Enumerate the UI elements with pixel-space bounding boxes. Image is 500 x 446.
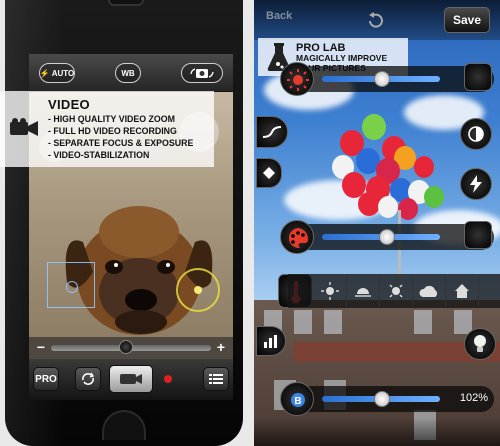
shutter-button[interactable] <box>109 365 153 393</box>
svg-text:B: B <box>294 396 301 407</box>
blue-channel-icon: B <box>291 393 305 407</box>
lightning-icon <box>470 175 482 193</box>
undo-icon[interactable] <box>366 12 384 28</box>
blue-balance-value: 102% <box>459 392 488 404</box>
zoom-out-button[interactable]: − <box>33 339 49 355</box>
sun-icon <box>321 282 339 300</box>
feature-item: - FULL HD VIDEO RECORDING <box>48 126 177 136</box>
filter-preset[interactable] <box>413 276 446 306</box>
contrast-icon <box>468 126 484 142</box>
window <box>324 310 342 334</box>
curves-button[interactable] <box>256 116 288 148</box>
bottom-fade <box>254 418 500 446</box>
sharpen-button[interactable] <box>256 158 282 188</box>
color-slider-knob[interactable] <box>378 229 395 245</box>
balloon <box>358 192 380 216</box>
color-slider-row: 8% <box>288 221 494 250</box>
video-camera-icon <box>10 118 38 136</box>
focus-reticle[interactable] <box>47 262 95 308</box>
feature-item: - SEPARATE FOCUS & EXPOSURE <box>48 138 194 148</box>
balloon <box>414 156 434 178</box>
pro-lab-header: Back Save <box>254 0 500 40</box>
switch-camera-icon <box>190 68 214 78</box>
palette-icon <box>288 228 309 249</box>
rotate-arrows-icon <box>82 372 95 385</box>
feature-list: - HIGH QUALITY VIDEO ZOOM - FULL HD VIDE… <box>48 113 193 161</box>
exposure-reticle[interactable] <box>176 268 220 312</box>
filter-preset[interactable] <box>446 276 479 306</box>
video-camera-icon <box>120 374 142 384</box>
video-feature-box: VIDEO - HIGH QUALITY VIDEO ZOOM - FULL H… <box>0 91 214 167</box>
puppy-photo <box>65 206 213 335</box>
cloud-icon <box>419 285 438 297</box>
rotate-button[interactable] <box>75 367 101 391</box>
brightness-toggle[interactable] <box>464 63 492 91</box>
color-button[interactable] <box>280 220 314 254</box>
levels-button[interactable] <box>256 326 286 356</box>
record-indicator <box>157 367 179 391</box>
bright-sun-icon <box>389 284 403 298</box>
pro-mode-button[interactable]: PRO <box>33 367 59 391</box>
zoom-control: − + <box>29 337 233 359</box>
camera-top-bar: ⚡ AUTO WB <box>29 54 233 92</box>
phone-home-button <box>102 410 146 440</box>
curve-icon <box>262 126 282 138</box>
feature-item: - VIDEO-STABILIZATION <box>48 150 150 160</box>
window <box>294 310 312 334</box>
effects-button[interactable] <box>460 168 492 200</box>
filter-preset[interactable] <box>314 276 347 306</box>
contrast-button[interactable] <box>460 118 492 150</box>
menu-button[interactable] <box>203 367 229 391</box>
feature-title: VIDEO <box>48 97 90 112</box>
diamond-icon <box>263 167 275 179</box>
camera-bottom-bar: PRO <box>29 359 233 400</box>
filter-preset[interactable] <box>347 276 380 306</box>
back-button[interactable]: Back <box>266 10 292 22</box>
house-icon <box>455 284 469 298</box>
phone-speaker <box>108 0 144 6</box>
list-menu-icon <box>209 374 223 384</box>
flash-auto-button[interactable]: ⚡ AUTO <box>39 63 75 83</box>
color-toggle[interactable] <box>464 221 492 249</box>
lightbulb-icon <box>474 335 486 352</box>
balloon <box>424 186 444 208</box>
zoom-in-button[interactable]: + <box>213 339 229 355</box>
flash-icon: ⚡ <box>39 68 50 78</box>
brightness-slider-knob[interactable] <box>374 71 391 87</box>
save-button[interactable]: Save <box>444 7 490 33</box>
white-balance-button[interactable]: WB <box>115 63 141 83</box>
zoom-slider-knob[interactable] <box>119 340 134 354</box>
filter-preset-strip <box>288 274 500 308</box>
balloon <box>398 198 418 220</box>
blue-balance-slider-knob[interactable] <box>374 391 391 407</box>
blue-balance-button[interactable]: B <box>280 382 314 416</box>
sun-icon <box>287 69 309 91</box>
left-phone-frame: ⚡ AUTO WB − + PRO <box>5 0 243 446</box>
pro-label: PRO <box>35 373 57 385</box>
bar-chart-icon <box>264 335 277 348</box>
wb-label: WB <box>121 68 135 78</box>
window <box>414 310 432 334</box>
balloon <box>362 114 386 140</box>
record-dot-icon <box>164 375 172 383</box>
pro-lab-screen: Back Save PRO LAB MAGICALLY IMPROVE YOUR… <box>254 0 500 446</box>
balloon <box>378 196 398 218</box>
blue-balance-slider-row: 102% <box>288 386 494 412</box>
switch-camera-button[interactable] <box>181 63 223 83</box>
feature-item: - HIGH QUALITY VIDEO ZOOM <box>48 114 175 124</box>
filter-preset[interactable] <box>380 276 413 306</box>
light-button[interactable] <box>464 328 496 360</box>
sunrise-icon <box>355 288 371 297</box>
flash-label: AUTO <box>51 68 75 78</box>
brightness-slider-row: 2% <box>288 63 494 92</box>
brightness-button[interactable] <box>280 62 314 96</box>
